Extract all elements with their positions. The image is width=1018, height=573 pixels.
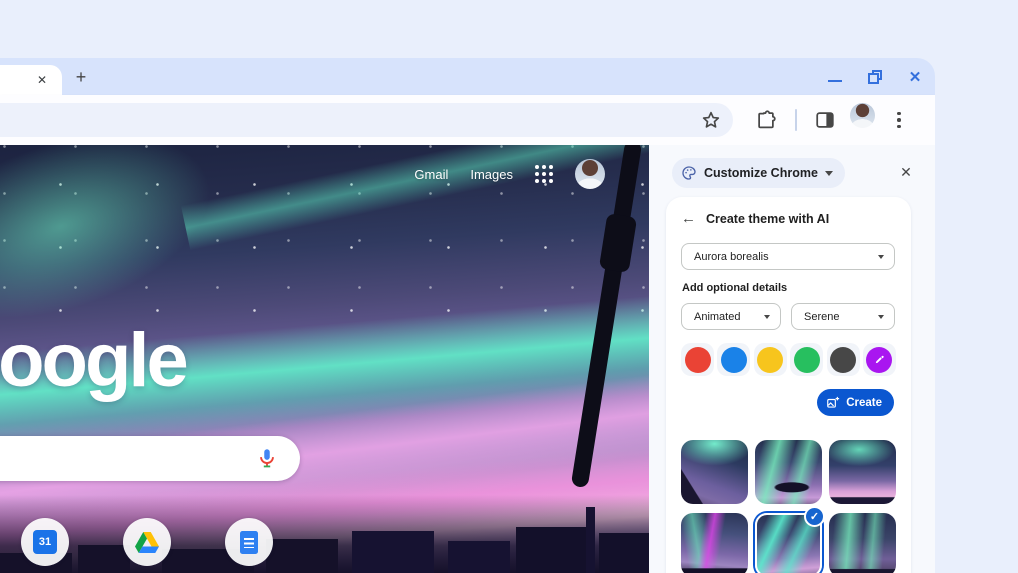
theme-thumbnail[interactable]	[829, 440, 896, 504]
palette-icon	[682, 166, 696, 180]
create-theme-card: ← Create theme with AI Aurora borealis A…	[666, 197, 911, 573]
back-arrow-icon[interactable]: ←	[681, 210, 696, 227]
active-tab[interactable]: ✕	[0, 65, 62, 95]
blue-color-dot	[720, 346, 747, 373]
optional-details-label: Add optional details	[682, 282, 788, 294]
account-avatar[interactable]	[575, 159, 605, 189]
customize-chrome-menu[interactable]: Customize Chrome	[672, 158, 845, 188]
create-button-label: Create	[846, 396, 882, 409]
bookmark-star-icon[interactable]	[700, 109, 722, 131]
theme-thumbnail[interactable]	[755, 440, 822, 504]
minimize-icon	[828, 79, 842, 82]
window-controls: ✕	[827, 58, 923, 95]
card-header: ← Create theme with AI	[681, 210, 829, 227]
google-logo: Google	[0, 318, 189, 403]
panel-close-icon[interactable]: ✕	[897, 163, 915, 181]
color-swatch-red[interactable]	[681, 343, 714, 376]
customize-chrome-label: Customize Chrome	[704, 166, 818, 180]
theme-select[interactable]: Aurora borealis	[681, 243, 895, 270]
search-bar[interactable]	[0, 436, 300, 481]
red-color-dot	[684, 346, 711, 373]
browser-window: ✕ + ✕ Gmail Images oogle 31 Customize Ch…	[0, 58, 935, 573]
images-link[interactable]: Images	[470, 167, 513, 182]
theme-thumbnail[interactable]	[829, 513, 896, 573]
color-swatch-gray[interactable]	[826, 343, 860, 376]
theme-thumbnail[interactable]	[681, 513, 748, 573]
gmail-link[interactable]: Gmail	[414, 167, 448, 182]
color-swatch-custom[interactable]	[862, 343, 896, 376]
docs-icon	[240, 530, 258, 554]
chevron-down-icon	[878, 314, 884, 319]
create-button[interactable]: Create	[817, 389, 894, 416]
mood-select[interactable]: Animated	[681, 303, 781, 330]
drive-icon	[135, 531, 159, 553]
drive-shortcut[interactable]	[123, 518, 171, 566]
mood-select-value: Animated	[694, 310, 741, 323]
theme-thumbnail-grid: ✓	[681, 440, 896, 573]
toolbar-divider	[795, 109, 797, 131]
style-select[interactable]: Serene	[791, 303, 895, 330]
selected-check-icon: ✓	[804, 506, 825, 527]
card-title: Create theme with AI	[706, 211, 830, 226]
side-panel-icon[interactable]	[814, 109, 836, 131]
calendar-icon: 31	[33, 530, 57, 554]
theme-thumbnail[interactable]	[681, 440, 748, 504]
tab-strip: ✕ + ✕	[0, 58, 935, 95]
tab-close-icon[interactable]: ✕	[34, 72, 50, 88]
ai-image-icon	[827, 396, 840, 408]
address-bar[interactable]	[0, 103, 733, 137]
color-swatch-yellow[interactable]	[753, 343, 787, 376]
style-select-value: Serene	[804, 310, 840, 323]
chevron-down-icon	[878, 254, 884, 259]
eyedropper-icon	[875, 355, 884, 364]
profile-avatar[interactable]	[850, 103, 875, 128]
shortcut-row: 31	[21, 518, 301, 566]
color-swatch-blue[interactable]	[717, 343, 751, 376]
green-color-dot	[793, 346, 820, 373]
gray-color-dot	[830, 346, 857, 373]
yellow-color-dot	[757, 346, 784, 373]
customize-chrome-panel: Customize Chrome ✕ ← Create theme with A…	[649, 145, 935, 573]
calendar-shortcut[interactable]: 31	[21, 518, 69, 566]
new-tab-page: Gmail Images Google 31	[0, 145, 649, 573]
custom-color-dot	[866, 346, 893, 373]
extensions-puzzle-icon[interactable]	[755, 109, 777, 131]
theme-thumbnail-selected[interactable]: ✓	[755, 506, 825, 573]
minimize-button[interactable]	[827, 69, 843, 85]
docs-shortcut[interactable]	[225, 518, 273, 566]
restore-button[interactable]	[867, 69, 883, 85]
browser-menu-icon[interactable]	[890, 105, 908, 135]
close-window-button[interactable]: ✕	[907, 69, 923, 86]
chevron-down-icon	[824, 170, 833, 176]
chevron-down-icon	[764, 314, 770, 319]
theme-select-value: Aurora borealis	[694, 250, 769, 263]
page-top-links: Gmail Images	[414, 159, 605, 189]
voice-search-mic-icon[interactable]	[256, 447, 278, 469]
color-swatch-green[interactable]	[790, 343, 824, 376]
new-tab-button[interactable]: +	[68, 65, 94, 91]
color-swatch-row	[681, 343, 896, 376]
restore-icon	[868, 69, 882, 84]
google-apps-grid-icon[interactable]	[535, 165, 553, 183]
browser-toolbar	[0, 95, 935, 145]
